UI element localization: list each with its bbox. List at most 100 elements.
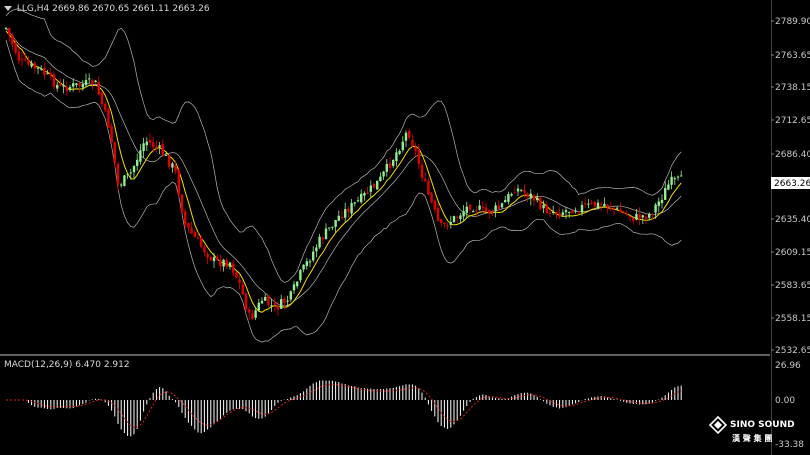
dropdown-arrow-icon[interactable] <box>4 6 12 11</box>
candle-body <box>673 178 676 180</box>
candle-body <box>641 215 644 218</box>
candle-body <box>30 63 33 67</box>
candle-body <box>360 193 363 203</box>
candle-body <box>433 201 436 210</box>
candle-body <box>40 68 43 70</box>
candle-body <box>510 194 513 196</box>
price-tick-label: 2609.15 <box>775 248 810 258</box>
candle-body <box>200 237 203 247</box>
candle-body <box>27 60 30 65</box>
candle-body <box>280 299 283 309</box>
candle-body <box>238 279 241 283</box>
candle-body <box>52 74 56 88</box>
candle-body <box>126 173 129 175</box>
bollinger-middle <box>5 27 682 307</box>
candle-body <box>337 215 340 221</box>
candle-body <box>603 203 606 207</box>
candle-body <box>571 210 574 214</box>
candle-body <box>651 214 654 216</box>
candle-body <box>398 150 401 154</box>
price-axis[interactable]: 2789.902763.652738.152712.652686.402661.… <box>771 0 810 455</box>
candle-body <box>276 305 280 310</box>
candle-body <box>628 216 632 218</box>
candle-body <box>625 213 628 215</box>
candle-body <box>193 232 196 238</box>
candle-body <box>427 180 430 195</box>
bollinger-bands <box>5 8 682 343</box>
candle-body <box>561 212 564 216</box>
candle-body <box>542 205 545 209</box>
candle-body <box>136 159 139 166</box>
candle-body <box>4 27 8 29</box>
candle-body <box>305 261 308 267</box>
candle-body <box>532 195 536 201</box>
candle-body <box>555 211 558 214</box>
candle-body <box>270 305 273 307</box>
candle-body <box>190 228 193 234</box>
macd-panel[interactable] <box>0 356 770 455</box>
candle-body <box>264 296 267 301</box>
candle-body <box>94 80 97 83</box>
candle-body <box>577 211 580 213</box>
candle-body <box>574 210 577 212</box>
candle-body <box>212 257 216 262</box>
candle-body <box>308 261 312 263</box>
candle-body <box>43 68 46 75</box>
candle-body <box>235 272 238 278</box>
candle-body <box>523 189 526 193</box>
candle-body <box>478 205 481 210</box>
candle-body <box>548 212 552 215</box>
candle-body <box>344 209 347 218</box>
candle-body <box>401 141 404 151</box>
ohlc-values: 2669.86 2670.65 2661.11 2663.26 <box>52 4 210 14</box>
candle-body <box>321 237 324 240</box>
candle-body <box>638 213 641 220</box>
candle-body <box>152 142 155 147</box>
candle-body <box>593 201 596 207</box>
candle-body <box>196 238 200 240</box>
candle-body <box>568 211 571 213</box>
macd-tick-label: 26.96 <box>775 361 801 371</box>
candle-body <box>228 262 232 267</box>
candle-body <box>363 193 366 196</box>
candle-body <box>24 59 27 61</box>
price-tick-label: 2635.40 <box>775 215 810 225</box>
price-tick-label: 2532.65 <box>775 346 810 356</box>
candle-body <box>584 203 587 205</box>
candle-body <box>680 175 683 177</box>
candle-body <box>273 303 276 305</box>
candle-body <box>17 51 20 61</box>
candle-body <box>372 183 376 188</box>
candle-body <box>635 214 638 220</box>
candle-body <box>251 313 254 320</box>
candle-body <box>468 204 472 210</box>
candle-body <box>292 284 296 291</box>
candle-body <box>475 210 478 212</box>
candle-body <box>526 193 529 197</box>
candle-body <box>174 165 177 172</box>
candle-body <box>324 228 328 240</box>
candle-body <box>356 200 360 202</box>
candle-body <box>500 203 504 208</box>
candle-body <box>104 103 107 111</box>
macd-label: MACD(12,26,9) 6.470 2.912 <box>4 360 130 370</box>
candle-body <box>248 309 251 313</box>
candle-body <box>619 209 622 213</box>
price-tick-label: 2558.15 <box>775 314 810 324</box>
price-tick-label: 2763.65 <box>775 51 810 61</box>
candle-body <box>596 202 600 209</box>
candle-body <box>539 197 542 210</box>
candle-body <box>11 34 14 45</box>
candle-body <box>84 80 88 86</box>
candle-body <box>558 213 561 217</box>
candle-body <box>142 143 145 152</box>
candle-body <box>216 256 219 260</box>
price-chart-panel[interactable] <box>0 0 770 354</box>
candle-body <box>97 81 100 95</box>
candle-body <box>376 180 379 190</box>
candle-body <box>606 204 609 208</box>
candle-body <box>446 225 449 227</box>
candle-body <box>91 79 94 85</box>
current-price-label: 2663.26 <box>774 179 810 189</box>
candle-body <box>315 247 318 252</box>
